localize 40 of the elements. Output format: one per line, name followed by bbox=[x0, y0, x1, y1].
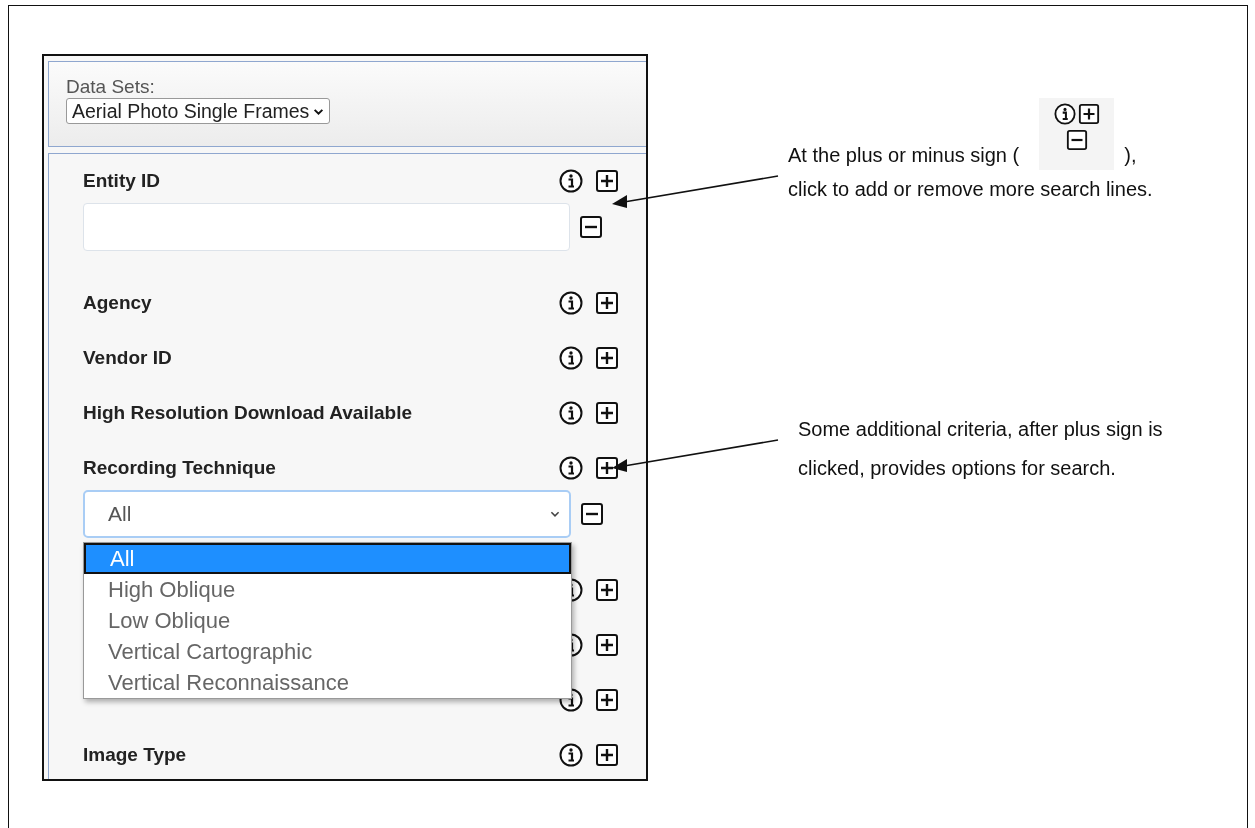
criteria-label: High Resolution Download Available bbox=[83, 402, 412, 424]
dropdown-option[interactable]: Vertical Cartographic bbox=[84, 636, 571, 667]
add-icon[interactable] bbox=[595, 578, 619, 602]
data-sets-dropdown[interactable]: Aerial Photo Single Frames bbox=[66, 98, 331, 124]
add-icon[interactable] bbox=[595, 169, 619, 193]
remove-icon bbox=[1065, 129, 1088, 151]
annotation-text: Some additional criteria, after plus sign is clicked, provides options for search. bbox=[798, 417, 1164, 481]
add-icon[interactable] bbox=[595, 401, 619, 425]
add-icon[interactable] bbox=[595, 346, 619, 370]
info-icon[interactable] bbox=[559, 346, 583, 370]
criteria-label: Entity ID bbox=[83, 170, 161, 192]
info-icon[interactable] bbox=[559, 291, 583, 315]
info-icon[interactable] bbox=[559, 401, 583, 425]
criteria-label: Recording Technique bbox=[83, 457, 276, 479]
criteria-label: Agency bbox=[83, 292, 152, 314]
annotation-text: click to add or remove more search lines. bbox=[788, 177, 1154, 202]
annotation-text: At the plus or minus sign ( bbox=[788, 143, 1020, 168]
criteria-label: Vendor ID bbox=[83, 347, 172, 369]
add-icon[interactable] bbox=[595, 291, 619, 315]
dropdown-option[interactable]: High Oblique bbox=[84, 574, 571, 605]
annotation-text: ), bbox=[1124, 143, 1137, 168]
info-icon[interactable] bbox=[559, 169, 583, 193]
input-field[interactable] bbox=[83, 203, 570, 251]
info-icon[interactable] bbox=[559, 743, 583, 767]
info-icon[interactable] bbox=[559, 456, 583, 480]
dropdown-option[interactable]: Vertical Reconnaissance bbox=[84, 667, 571, 698]
data-sets-label: Data Sets: bbox=[66, 76, 156, 98]
info-icon bbox=[1053, 103, 1076, 125]
criteria-label: Image Type bbox=[83, 744, 187, 766]
select-field[interactable]: All bbox=[83, 490, 571, 538]
info-icon[interactable] bbox=[559, 688, 583, 712]
remove-icon[interactable] bbox=[579, 215, 603, 239]
add-icon[interactable] bbox=[595, 456, 619, 480]
add-icon[interactable] bbox=[595, 743, 619, 767]
dropdown-option[interactable]: All bbox=[84, 543, 571, 574]
add-icon[interactable] bbox=[595, 688, 619, 712]
dropdown-option[interactable]: Low Oblique bbox=[84, 605, 571, 636]
add-icon[interactable] bbox=[595, 633, 619, 657]
remove-icon[interactable] bbox=[580, 502, 604, 526]
add-icon bbox=[1077, 103, 1100, 125]
